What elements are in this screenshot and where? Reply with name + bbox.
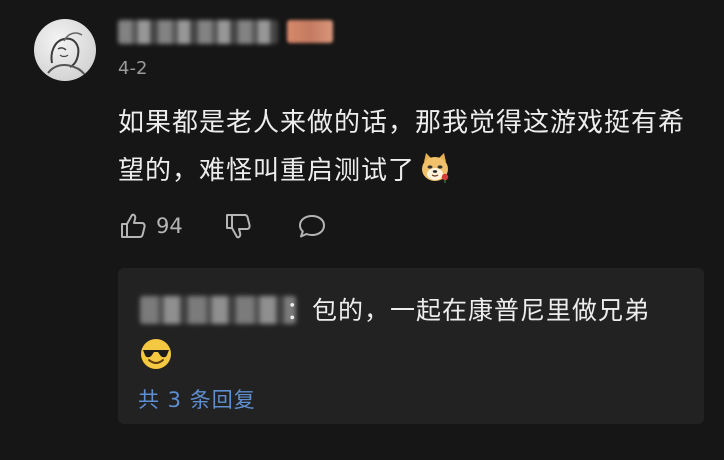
doge-emoji [422, 152, 449, 183]
comment-text: 如果都是老人来做的话，那我觉得这游戏挺有希望的，难怪叫重启测试了 [118, 108, 686, 186]
sunglasses-emoji [141, 339, 171, 369]
comment-bubble-icon [298, 215, 325, 238]
reply-username-redacted[interactable] [140, 296, 296, 324]
thumbs-up-icon [121, 213, 146, 238]
reply-text: ：包的，一起在康普尼里做兄弟 [286, 296, 651, 325]
comment-body: 如果都是老人来做的话，那我觉得这游戏挺有希望的，难怪叫重启测试了 [118, 99, 708, 195]
thumbs-down-icon [225, 214, 251, 239]
reply-preview[interactable]: ：包的，一起在康普尼里做兄弟 共 3 条回复 [118, 268, 704, 424]
avatar[interactable] [34, 19, 96, 81]
comment-date: 4-2 [118, 58, 148, 79]
reply-button[interactable] [297, 211, 327, 241]
like-count: 94 [156, 214, 183, 238]
comment-actions: 94 [118, 208, 327, 244]
user-badge-redacted [287, 20, 333, 43]
username-redacted[interactable] [118, 20, 278, 44]
dislike-button[interactable] [223, 211, 253, 241]
like-button[interactable]: 94 [118, 211, 183, 241]
view-more-replies-link[interactable]: 共 3 条回复 [138, 384, 256, 414]
